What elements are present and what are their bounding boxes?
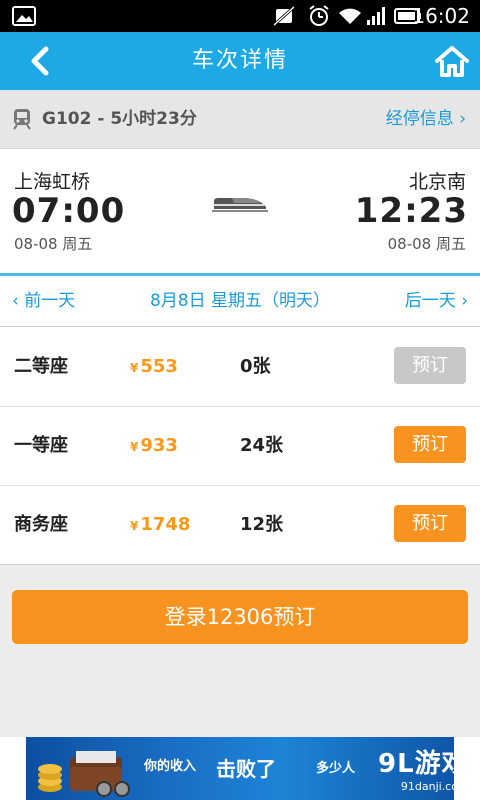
ad-text: 多少人 [316, 761, 356, 776]
seat-availability: 0张 [240, 356, 271, 377]
watermark-logo: 9L游戏 91danji.com [378, 743, 469, 799]
book-button[interactable]: 预订 [394, 426, 466, 463]
ad-text-highlight: 击败了 [216, 757, 276, 781]
coins-wallet-image [38, 751, 130, 797]
arrival-station: 北京南 [408, 171, 466, 193]
chevron-right-icon: › [459, 109, 466, 129]
logo-text: 9L游戏 [378, 749, 469, 779]
status-time: 16:02 [412, 4, 470, 28]
departure-station: 上海虹桥 [14, 171, 91, 193]
seat-price-value: 933 [140, 435, 178, 456]
page-title: 车次详情 [191, 48, 288, 73]
seat-row-second-class: 二等座 ¥553 0张 预订 [0, 327, 480, 407]
signal-icon [367, 7, 385, 25]
home-button[interactable] [434, 44, 470, 78]
arrival-time: 12:23 [354, 191, 468, 231]
station-panel: 上海虹桥 07:00 08-08 周五 北京南 12:23 08-08 周五 [0, 149, 480, 276]
currency-symbol: ¥ [130, 519, 139, 533]
next-day-label: 后一天 [404, 291, 456, 311]
currency-symbol: ¥ [130, 440, 139, 454]
seat-availability: 24张 [240, 435, 284, 456]
seat-price-value: 553 [140, 356, 178, 377]
alarm-icon [309, 5, 329, 26]
high-speed-train-icon [212, 198, 268, 212]
seat-price: ¥553 [130, 327, 178, 406]
seat-row-first-class: 一等座 ¥933 24张 预订 [0, 406, 480, 486]
seat-class: 商务座 [14, 514, 68, 535]
book-button[interactable]: 预订 [394, 505, 466, 542]
no-notification-icon [272, 5, 296, 27]
status-bar: 16:02 [0, 0, 480, 32]
home-icon [435, 46, 469, 77]
ad-text: 你的收入 [144, 759, 197, 774]
seat-price-value: 1748 [140, 514, 191, 535]
currency-symbol: ¥ [130, 361, 139, 375]
seat-class: 二等座 [14, 356, 68, 377]
date-navigation: ‹ 前一天 8月8日 星期五（明天） 后一天 › [0, 276, 480, 327]
seat-class: 一等座 [14, 435, 68, 456]
departure-date: 08-08 周五 [14, 235, 93, 253]
image-icon [12, 6, 36, 26]
book-button-disabled[interactable]: 预订 [394, 347, 466, 384]
login-booking-button[interactable]: 登录12306预订 [12, 590, 468, 644]
train-number-duration: G102 - 5小时23分 [42, 109, 197, 129]
wifi-icon [339, 8, 361, 24]
logo-url: 91danji.com [400, 780, 469, 793]
chevron-right-icon: › [461, 291, 468, 311]
departure-time: 07:00 [12, 191, 126, 231]
stops-info-label: 经停信息 [385, 109, 454, 129]
train-summary-bar: G102 - 5小时23分 经停信息 › [0, 90, 480, 149]
stops-info-link[interactable]: 经停信息 › [386, 90, 466, 148]
ad-banner[interactable]: 你的收入 击败了 多少人 9L游戏 91danji.com [0, 737, 480, 800]
seat-row-business-class: 商务座 ¥1748 12张 预订 [0, 485, 480, 564]
app-header: 车次详情 [0, 32, 480, 90]
seat-price: ¥1748 [130, 485, 190, 564]
seat-price: ¥933 [130, 406, 178, 485]
seat-availability: 12张 [240, 514, 284, 535]
seat-list: 二等座 ¥553 0张 预订 一等座 ¥933 24张 预订 商务座 ¥1748… [0, 327, 480, 565]
train-icon [13, 109, 31, 130]
arrival-date: 08-08 周五 [387, 235, 466, 253]
next-day-button[interactable]: 后一天 › [405, 276, 468, 326]
